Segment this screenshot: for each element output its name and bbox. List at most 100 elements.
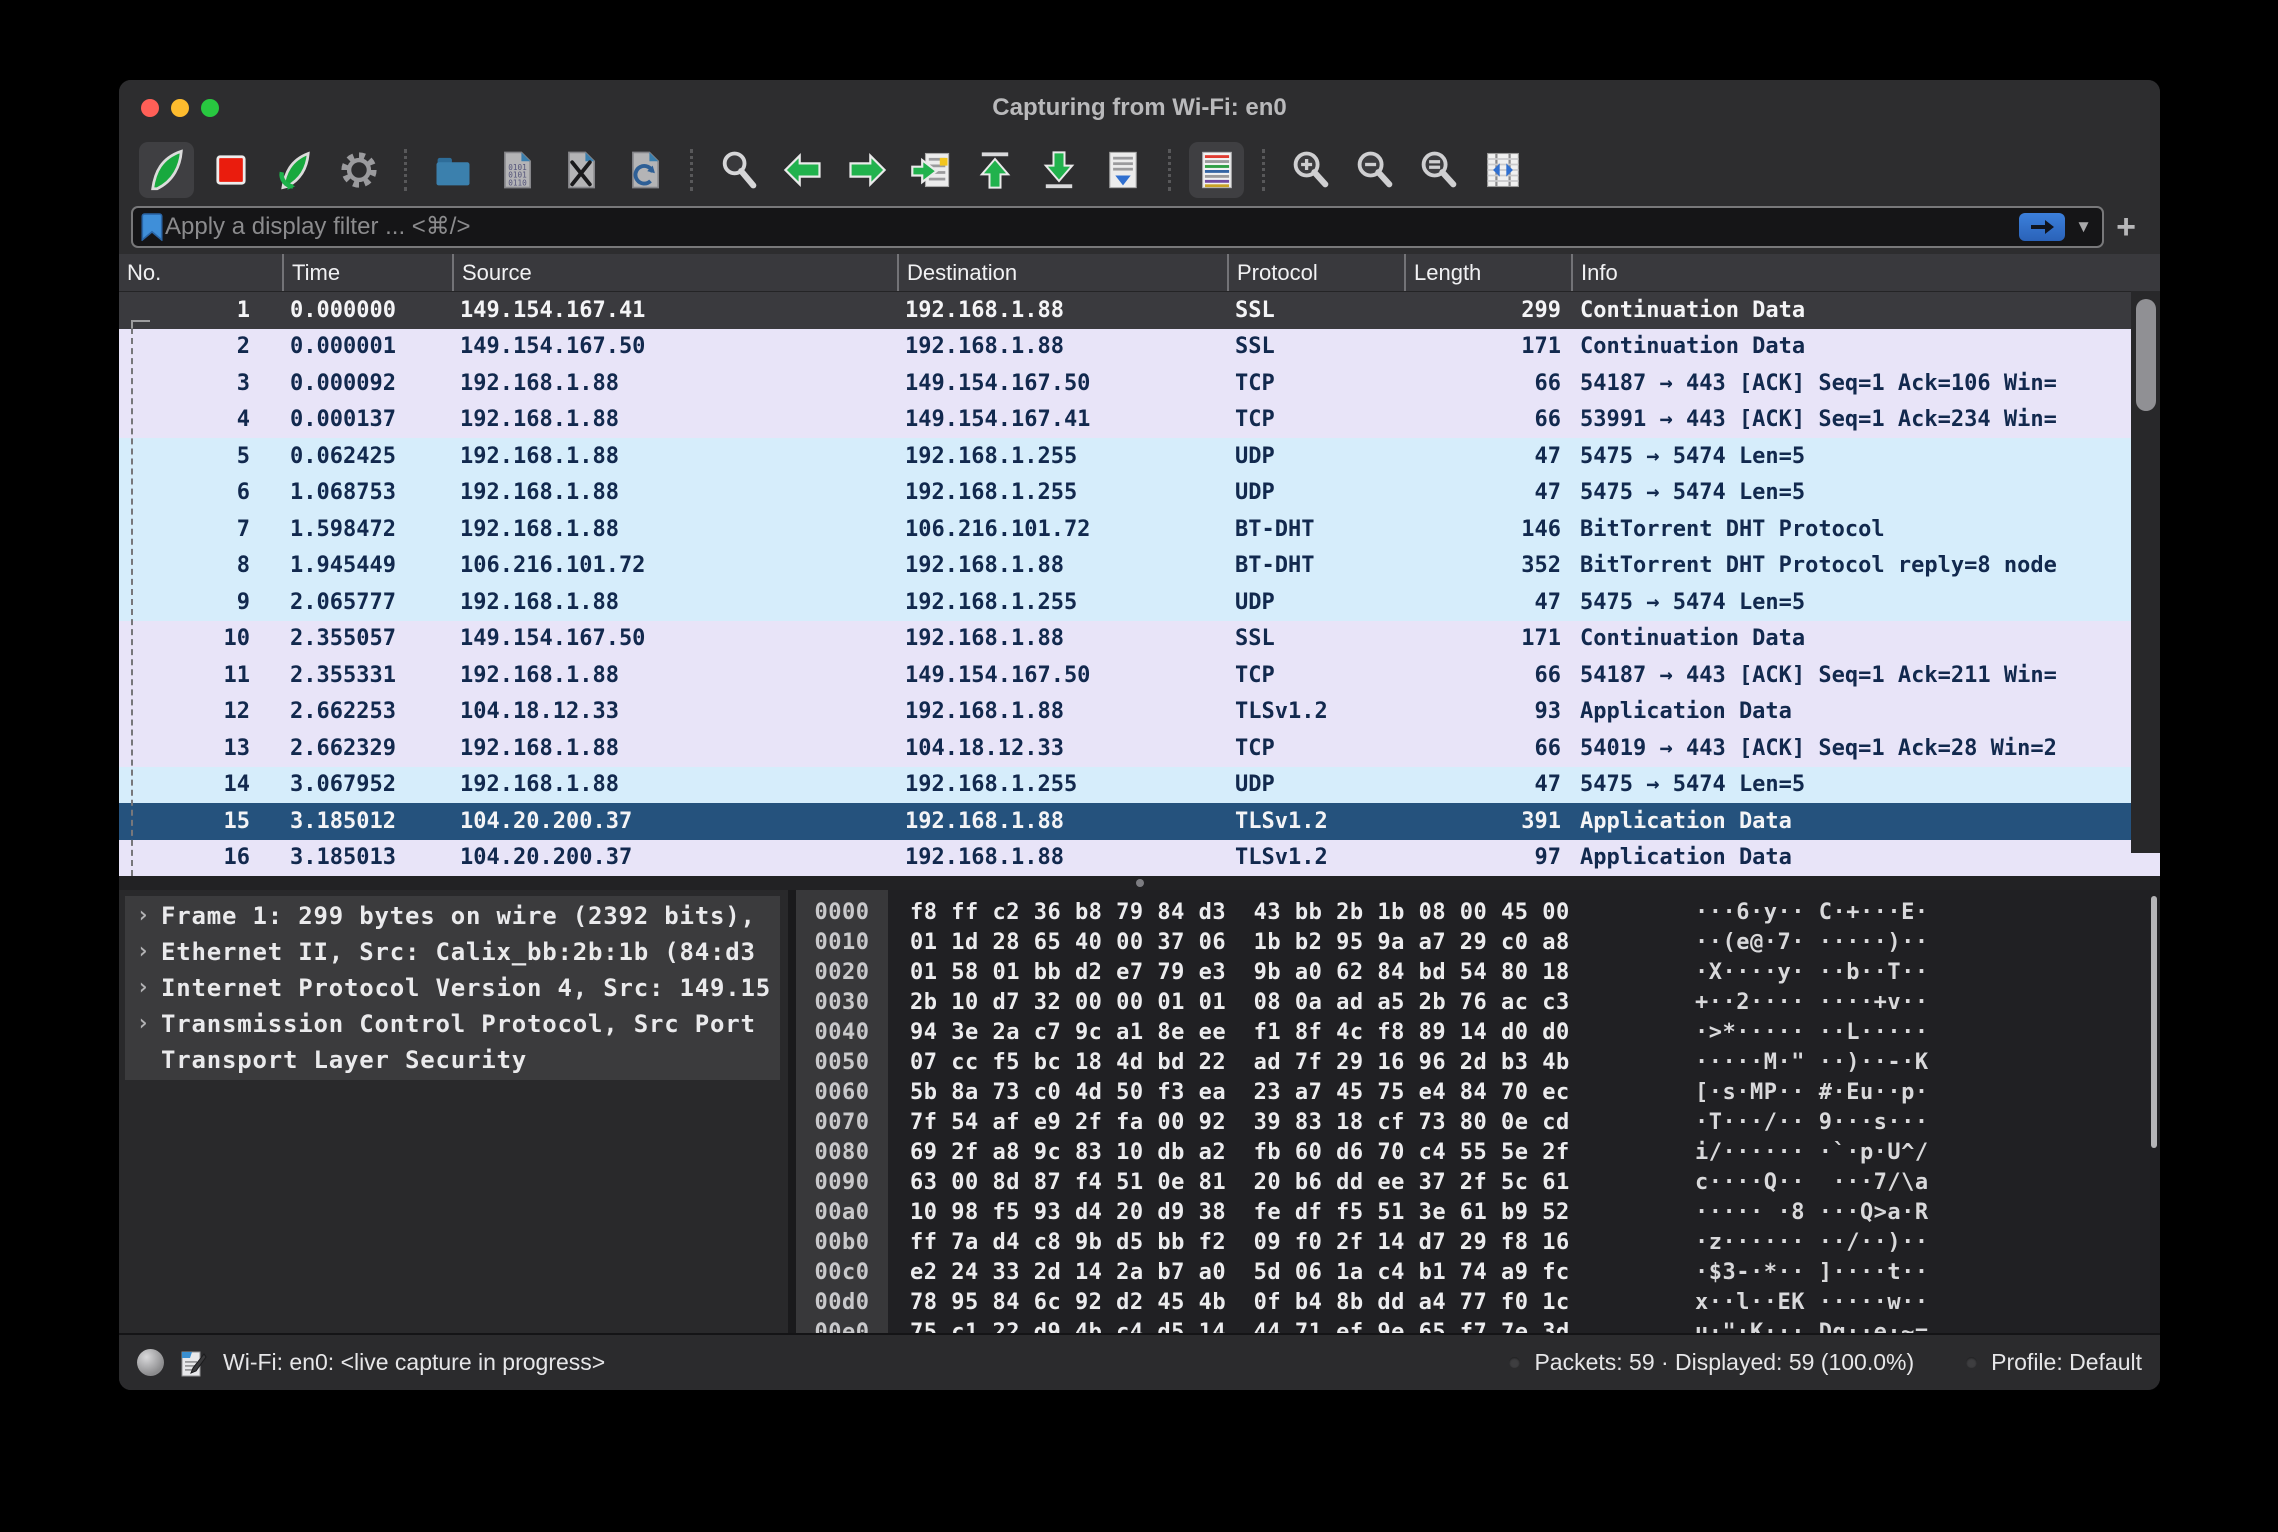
find-packet-button[interactable] <box>711 142 766 198</box>
packet-row[interactable]: 143.067952192.168.1.88192.168.1.255UDP47… <box>119 767 2160 804</box>
hex-scrollbar[interactable] <box>2151 896 2157 1148</box>
expander-chevron-icon[interactable]: › <box>125 898 161 934</box>
packet-row[interactable]: 40.000137192.168.1.88149.154.167.41TCP66… <box>119 402 2160 439</box>
open-file-button[interactable] <box>425 142 480 198</box>
toolbar-separator <box>404 149 407 191</box>
display-filter-field[interactable]: ▼ <box>131 206 2104 248</box>
hex-bytes: 10 98 f5 93 d4 20 d9 38 fe df f5 51 3e 6… <box>910 1198 1575 1228</box>
column-header-no[interactable]: No. <box>119 254 282 291</box>
column-header-length[interactable]: Length <box>1404 254 1571 291</box>
column-header-info[interactable]: Info <box>1571 254 2160 291</box>
packet-row[interactable]: 92.065777192.168.1.88192.168.1.255UDP475… <box>119 584 2160 621</box>
packet-row[interactable]: 50.062425192.168.1.88192.168.1.255UDP475… <box>119 438 2160 475</box>
packet-row[interactable]: 81.945449106.216.101.72192.168.1.88BT-DH… <box>119 548 2160 585</box>
hex-row[interactable]: 00c0e2 24 33 2d 14 2a b7 a0 5d 06 1a c4 … <box>796 1258 2160 1288</box>
hex-row[interactable]: 002001 58 01 bb d2 e7 79 e3 9b a0 62 84 … <box>796 958 2160 988</box>
hex-ascii: ·····M·" ··)··-·K <box>1695 1048 1929 1078</box>
capture-options-button[interactable] <box>331 142 386 198</box>
auto-scroll-button[interactable] <box>1095 142 1150 198</box>
hex-row[interactable]: 00b0ff 7a d4 c8 9b d5 bb f2 09 f0 2f 14 … <box>796 1228 2160 1258</box>
detail-tree-row[interactable]: Transport Layer Security <box>125 1042 780 1078</box>
capture-comment-icon[interactable] <box>180 1348 207 1378</box>
expert-info-icon[interactable] <box>137 1349 164 1376</box>
hex-row[interactable]: 00605b 8a 73 c0 4d 50 f3 ea 23 a7 45 75 … <box>796 1078 2160 1108</box>
reload-file-button[interactable] <box>617 142 672 198</box>
column-header-destination[interactable]: Destination <box>897 254 1227 291</box>
restart-capture-button[interactable] <box>267 142 322 198</box>
start-capture-button[interactable] <box>139 142 194 198</box>
hex-row[interactable]: 004094 3e 2a c7 9c a1 8e ee f1 8f 4c f8 … <box>796 1018 2160 1048</box>
filter-bar: ▼ + <box>119 204 2160 254</box>
packet-row[interactable]: 163.185013104.20.200.37192.168.1.88TLSv1… <box>119 840 2160 877</box>
hex-row[interactable]: 00d078 95 84 6c 92 d2 45 4b 0f b4 8b dd … <box>796 1288 2160 1318</box>
apply-filter-button[interactable] <box>2019 213 2065 241</box>
hex-row[interactable]: 00a010 98 f5 93 d4 20 d9 38 fe df f5 51 … <box>796 1198 2160 1228</box>
hex-offset: 0030 <box>796 988 888 1018</box>
hex-row[interactable]: 00707f 54 af e9 2f fa 00 92 39 83 18 cf … <box>796 1108 2160 1138</box>
resize-columns-button[interactable] <box>1475 142 1530 198</box>
cell-info: Application Data <box>1571 809 2160 834</box>
bookmark-icon[interactable] <box>141 213 163 241</box>
packet-list-scrollbar-track[interactable] <box>2131 291 2160 853</box>
expander-chevron-icon[interactable]: › <box>125 934 161 970</box>
colorize-packets-button[interactable] <box>1189 142 1244 198</box>
save-file-button[interactable]: 0101 0101 0110 <box>489 142 544 198</box>
expander-chevron-icon[interactable]: › <box>125 970 161 1006</box>
zoom-out-button[interactable] <box>1347 142 1402 198</box>
packet-row[interactable]: 132.662329192.168.1.88104.18.12.33TCP665… <box>119 730 2160 767</box>
packet-row[interactable]: 10.000000149.154.167.41192.168.1.88SSL29… <box>119 292 2160 329</box>
display-filter-input[interactable] <box>163 212 2019 242</box>
hex-row[interactable]: 00e075 c1 22 d9 4b c4 d5 14 44 71 ef 9e … <box>796 1318 2160 1333</box>
cell-destination: 192.168.1.255 <box>897 444 1227 469</box>
go-to-bottom-button[interactable] <box>1031 142 1086 198</box>
detail-text: Transmission Control Protocol, Src Port <box>161 1006 756 1042</box>
packet-count-group: Packets: 59 · Displayed: 59 (100.0%) <box>1509 1349 1914 1376</box>
detail-tree-row[interactable]: ›Internet Protocol Version 4, Src: 149.1… <box>125 970 780 1006</box>
packet-row[interactable]: 102.355057149.154.167.50192.168.1.88SSL1… <box>119 621 2160 658</box>
detail-tree-row[interactable]: ›Ethernet II, Src: Calix_bb:2b:1b (84:d3 <box>125 934 780 970</box>
go-back-button[interactable] <box>775 142 830 198</box>
column-header-time[interactable]: Time <box>282 254 452 291</box>
open-folder-icon <box>431 148 475 192</box>
hex-rows: 0000f8 ff c2 36 b8 79 84 d3 43 bb 2b 1b … <box>796 898 2160 1333</box>
packet-row[interactable]: 122.662253104.18.12.33192.168.1.88TLSv1.… <box>119 694 2160 731</box>
packet-row[interactable]: 20.000001149.154.167.50192.168.1.88SSL17… <box>119 329 2160 366</box>
expander-chevron-icon[interactable]: › <box>125 1006 161 1042</box>
zoom-reset-button[interactable] <box>1411 142 1466 198</box>
hex-row[interactable]: 0000f8 ff c2 36 b8 79 84 d3 43 bb 2b 1b … <box>796 898 2160 928</box>
detail-tree-row[interactable]: ›Transmission Control Protocol, Src Port <box>125 1006 780 1042</box>
cell-time: 0.000137 <box>282 407 452 432</box>
cell-source: 104.20.200.37 <box>452 845 897 870</box>
pane-vertical-divider[interactable] <box>788 890 796 1333</box>
column-header-protocol[interactable]: Protocol <box>1227 254 1404 291</box>
stop-capture-button[interactable] <box>203 142 258 198</box>
packet-row[interactable]: 153.185012104.20.200.37192.168.1.88TLSv1… <box>119 803 2160 840</box>
add-filter-button[interactable]: + <box>2104 210 2148 244</box>
hex-row[interactable]: 001001 1d 28 65 40 00 37 06 1b b2 95 9a … <box>796 928 2160 958</box>
go-to-packet-button[interactable] <box>903 142 958 198</box>
cell-length: 352 <box>1404 553 1571 578</box>
title-bar[interactable]: Capturing from Wi-Fi: en0 <box>119 80 2160 136</box>
packet-row[interactable]: 71.598472192.168.1.88106.216.101.72BT-DH… <box>119 511 2160 548</box>
column-header-source[interactable]: Source <box>452 254 897 291</box>
packet-list-scrollbar-thumb[interactable] <box>2136 299 2156 411</box>
filter-dropdown-caret[interactable]: ▼ <box>2075 217 2092 237</box>
pane-splitter[interactable] <box>119 876 2160 890</box>
detail-tree-row[interactable]: ›Frame 1: 299 bytes on wire (2392 bits), <box>125 898 780 934</box>
packet-row[interactable]: 30.000092192.168.1.88149.154.167.50TCP66… <box>119 365 2160 402</box>
hex-row[interactable]: 008069 2f a8 9c 83 10 db a2 fb 60 d6 70 … <box>796 1138 2160 1168</box>
profile-group[interactable]: Profile: Default <box>1966 1349 2142 1376</box>
cell-destination: 192.168.1.88 <box>897 699 1227 724</box>
packet-row[interactable]: 112.355331192.168.1.88149.154.167.50TCP6… <box>119 657 2160 694</box>
hex-row[interactable]: 005007 cc f5 bc 18 4d bd 22 ad 7f 29 16 … <box>796 1048 2160 1078</box>
cell-time: 0.062425 <box>282 444 452 469</box>
go-forward-button[interactable] <box>839 142 894 198</box>
hex-row[interactable]: 009063 00 8d 87 f4 51 0e 81 20 b6 dd ee … <box>796 1168 2160 1198</box>
close-file-button[interactable] <box>553 142 608 198</box>
cell-no: 1 <box>119 298 282 323</box>
status-bar: Wi-Fi: en0: <live capture in progress> P… <box>119 1333 2160 1390</box>
hex-row[interactable]: 00302b 10 d7 32 00 00 01 01 08 0a ad a5 … <box>796 988 2160 1018</box>
zoom-in-button[interactable] <box>1283 142 1338 198</box>
go-to-top-button[interactable] <box>967 142 1022 198</box>
packet-row[interactable]: 61.068753192.168.1.88192.168.1.255UDP475… <box>119 475 2160 512</box>
